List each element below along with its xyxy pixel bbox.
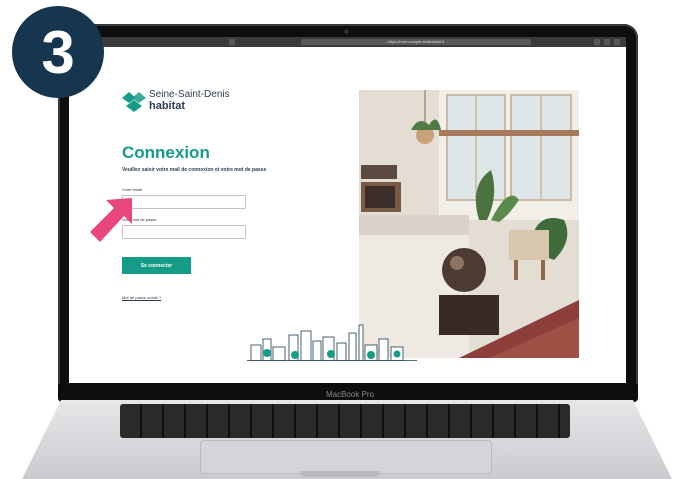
interior-illustration xyxy=(359,90,579,358)
password-field[interactable] xyxy=(122,225,246,239)
login-button[interactable]: Se connecter xyxy=(122,257,191,274)
laptop-trackpad xyxy=(200,440,492,474)
brand-logo[interactable]: Seine-Saint-Denis habitat xyxy=(122,87,242,117)
page-title: Connexion xyxy=(122,143,210,162)
url-bar[interactable]: https://mon-compte.ssdhabitat.fr xyxy=(301,39,531,45)
pink-arrow-icon xyxy=(90,198,132,242)
sidebar-icon[interactable] xyxy=(229,39,235,45)
email-label: Votre email xyxy=(122,187,143,192)
brand-name-line1: Seine-Saint-Denis xyxy=(149,89,230,100)
interior-photo xyxy=(359,90,579,358)
email-field[interactable] xyxy=(122,195,246,209)
browser-toolbar: https://mon-compte.ssdhabitat.fr xyxy=(69,37,626,47)
tabs-icon[interactable] xyxy=(604,39,610,45)
share-icon[interactable] xyxy=(594,39,600,45)
laptop-keyboard xyxy=(120,404,570,438)
camera-icon xyxy=(344,29,349,34)
ssd-habitat-logo-icon xyxy=(122,92,146,112)
city-skyline-illustration xyxy=(247,324,417,361)
laptop-screen: https://mon-compte.ssdhabitat.fr Seine-S… xyxy=(69,37,626,383)
page-subtitle: Veuillez saisir votre mail de connexion … xyxy=(122,167,267,173)
add-tab-icon[interactable] xyxy=(614,39,620,45)
brand-name-line2: habitat xyxy=(149,100,186,112)
laptop-model-label: MacBook Pro xyxy=(325,390,375,399)
step-number-badge: 3 xyxy=(12,6,104,98)
laptop-notch xyxy=(300,471,380,477)
forgot-password-link[interactable]: Mot de passe oublié ? xyxy=(122,295,161,300)
